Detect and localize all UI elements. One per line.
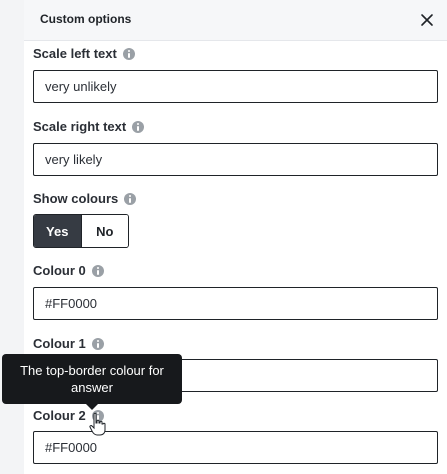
panel-title: Custom options xyxy=(40,12,132,26)
tooltip: The top-border colour for answer xyxy=(2,354,182,404)
info-icon[interactable] xyxy=(124,192,137,205)
tooltip-arrow xyxy=(86,404,98,410)
scale-right-label-row: Scale right text xyxy=(33,119,145,134)
hand-pointer-icon xyxy=(88,412,106,436)
close-button[interactable] xyxy=(417,10,437,30)
info-icon[interactable] xyxy=(122,47,135,60)
close-icon xyxy=(421,14,433,26)
scale-right-input[interactable] xyxy=(33,143,438,176)
colour0-input[interactable] xyxy=(33,287,438,320)
scale-right-label: Scale right text xyxy=(33,119,127,134)
scale-left-label: Scale left text xyxy=(33,46,117,61)
show-colours-toggle: Yes No xyxy=(33,214,129,248)
colour2-label: Colour 2 xyxy=(33,408,86,423)
panel-header: Custom options xyxy=(24,0,447,41)
scale-left-input[interactable] xyxy=(33,70,438,103)
colour0-label: Colour 0 xyxy=(33,263,86,278)
colour1-label-row: Colour 1 xyxy=(33,336,104,351)
toggle-no-button[interactable]: No xyxy=(81,215,128,247)
scale-left-label-row: Scale left text xyxy=(33,46,135,61)
info-icon[interactable] xyxy=(91,337,104,350)
show-colours-label-row: Show colours xyxy=(33,191,137,206)
toggle-yes-button[interactable]: Yes xyxy=(34,215,82,247)
info-icon[interactable] xyxy=(132,120,145,133)
colour0-label-row: Colour 0 xyxy=(33,263,104,278)
colour1-label: Colour 1 xyxy=(33,336,86,351)
show-colours-label: Show colours xyxy=(33,191,119,206)
info-icon[interactable] xyxy=(91,264,104,277)
